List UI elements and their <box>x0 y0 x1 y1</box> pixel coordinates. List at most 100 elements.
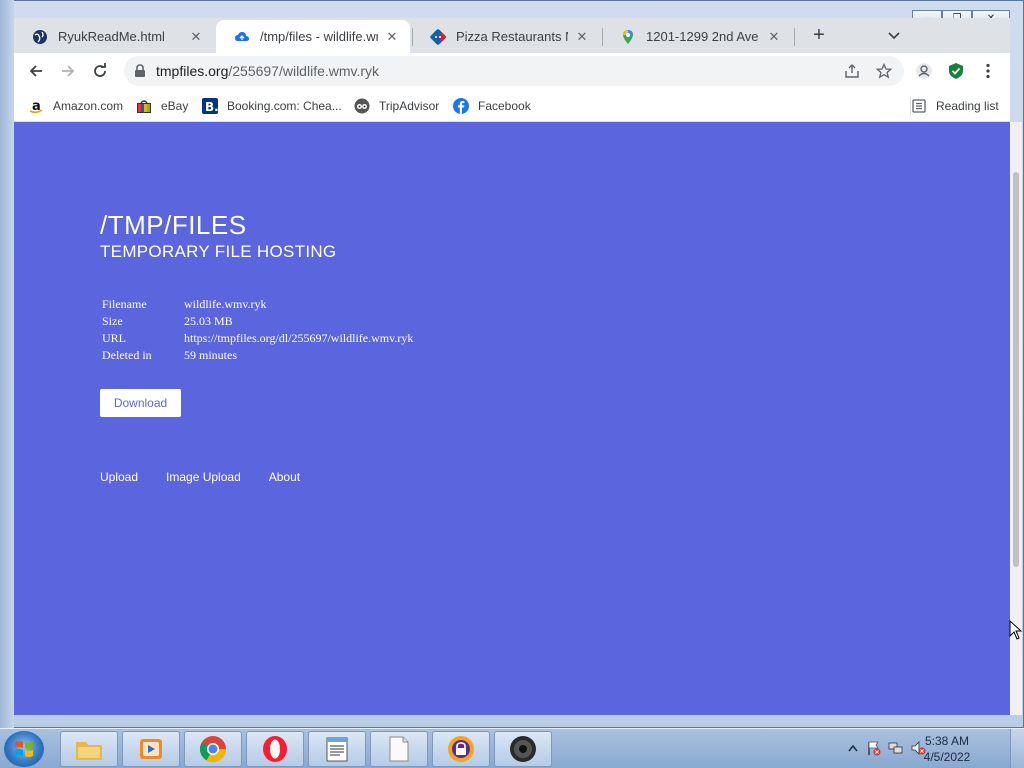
shield-check-icon <box>949 63 963 79</box>
tab-title: RyukReadMe.html <box>58 29 165 44</box>
browser-chrome: RyukReadMe.html ✕ /tmp/files - wildlife.… <box>14 18 1010 122</box>
notepad-icon <box>326 737 348 762</box>
ebay-icon <box>136 98 152 114</box>
windows-explorer-icon <box>76 742 102 760</box>
system-tray: 5:38 AM 4/5/2022 <box>834 729 1024 768</box>
taskbar-clock[interactable]: 5:38 AM 4/5/2022 <box>922 733 972 765</box>
image-upload-link[interactable]: Image Upload <box>166 470 241 484</box>
table-row: URL https://tmpfiles.org/dl/255697/wildl… <box>100 330 415 347</box>
bookmark-ebay[interactable]: eBay <box>136 97 188 115</box>
bookmark-label: Booking.com: Chea... <box>227 99 342 113</box>
profile-icon <box>916 63 932 79</box>
forward-button[interactable] <box>58 61 78 81</box>
info-key: Filename <box>102 297 147 311</box>
tab-pizza[interactable]: Pizza Restaurants Near Me ✕ <box>412 20 600 53</box>
bookmark-label: TripAdvisor <box>379 99 440 113</box>
lock-icon[interactable] <box>134 64 146 78</box>
tab-strip: RyukReadMe.html ✕ /tmp/files - wildlife.… <box>14 18 1010 53</box>
taskbar-chrome[interactable] <box>184 731 242 767</box>
tab-separator <box>794 28 795 46</box>
site-title: /TMP/FILES <box>100 210 247 240</box>
url-text: tmpfiles.org/255697/wildlife.wmv.ryk <box>156 63 379 79</box>
star-bookmark-icon[interactable] <box>876 63 892 79</box>
action-center-flag-icon[interactable] <box>866 740 882 756</box>
blank-document-icon <box>389 736 409 762</box>
table-row: Deleted in 59 minutes <box>100 347 415 364</box>
menu-button[interactable] <box>978 61 998 81</box>
info-value: wildlife.wmv.ryk <box>184 297 267 311</box>
taskbar-opera[interactable] <box>246 731 304 767</box>
start-button[interactable] <box>4 731 44 767</box>
upload-link[interactable]: Upload <box>100 470 138 484</box>
info-key: Deleted in <box>102 348 152 362</box>
tab-google-maps[interactable]: 1201-1299 2nd Ave - Google Maps ✕ <box>602 20 792 53</box>
bookmarks-bar: a Amazon.com eBay B. Booking.com: Chea..… <box>14 90 1010 122</box>
facebook-icon <box>453 98 469 114</box>
cloud-upload-icon <box>235 31 249 41</box>
taskbar-explorer[interactable] <box>60 731 118 767</box>
media-player-icon <box>140 739 162 759</box>
taskbar-notepad[interactable] <box>308 731 366 767</box>
address-bar[interactable]: tmpfiles.org/255697/wildlife.wmv.ryk <box>124 56 904 86</box>
bookmark-amazon[interactable]: a Amazon.com <box>28 97 123 115</box>
url-domain: tmpfiles.org <box>156 63 229 79</box>
taskbar-blank-document[interactable] <box>370 731 428 767</box>
taskbar-avast-browser[interactable] <box>432 731 490 767</box>
browser-toolbar: tmpfiles.org/255697/wildlife.wmv.ryk <box>14 53 1010 90</box>
bookmark-booking[interactable]: B. Booking.com: Chea... <box>202 97 342 115</box>
close-tab-icon[interactable]: ✕ <box>188 29 204 45</box>
close-tab-icon[interactable]: ✕ <box>574 29 590 45</box>
download-button[interactable]: Download <box>100 389 181 417</box>
info-value[interactable]: https://tmpfiles.org/dl/255697/wildlife.… <box>182 330 415 347</box>
tab-tmpfiles[interactable]: /tmp/files - wildlife.wmv.ryk ✕ <box>216 20 410 53</box>
show-desktop-button[interactable] <box>1010 729 1024 768</box>
taskbar-media-player[interactable] <box>122 731 180 767</box>
clock-date: 4/5/2022 <box>923 750 971 764</box>
scrollbar-thumb[interactable] <box>1013 172 1019 567</box>
extension-button[interactable] <box>946 61 966 81</box>
arrow-left-icon <box>29 65 42 77</box>
table-row: Filename wildlife.wmv.ryk <box>100 296 415 313</box>
booking-icon: B. <box>202 98 218 114</box>
info-value: 25.03 MB <box>184 314 233 328</box>
new-tab-button[interactable]: + <box>809 25 829 45</box>
share-icon[interactable] <box>844 63 860 79</box>
info-value: 59 minutes <box>184 348 237 362</box>
window-left-border <box>0 0 14 728</box>
globe-icon <box>33 29 47 44</box>
chrome-icon <box>199 736 227 763</box>
tab-title: /tmp/files - wildlife.wmv.ryk <box>260 29 378 44</box>
taskbar-speaker-app[interactable] <box>494 731 552 767</box>
reload-button[interactable] <box>90 61 110 81</box>
tab-ryuk-readme[interactable]: RyukReadMe.html ✕ <box>14 20 214 53</box>
speaker-app-icon <box>510 736 536 762</box>
mouse-cursor-icon <box>1009 620 1023 640</box>
reading-list-button[interactable]: Reading list <box>910 97 999 115</box>
kebab-menu-icon <box>986 63 990 79</box>
bookmark-tripadvisor[interactable]: TripAdvisor <box>354 97 439 115</box>
back-button[interactable] <box>26 61 46 81</box>
close-tab-icon[interactable]: ✕ <box>766 29 782 45</box>
profile-button[interactable] <box>914 61 934 81</box>
reload-icon <box>94 63 106 77</box>
table-row: Size 25.03 MB <box>100 313 415 330</box>
network-icon[interactable] <box>888 740 904 756</box>
opera-icon <box>263 736 287 762</box>
info-key: Size <box>102 314 123 328</box>
tripadvisor-icon <box>354 98 370 114</box>
reading-list-icon <box>911 98 927 114</box>
dominos-icon <box>430 28 446 45</box>
bookmark-facebook[interactable]: Facebook <box>453 97 531 115</box>
clock-time: 5:38 AM <box>924 734 970 748</box>
amazon-icon: a <box>28 98 44 114</box>
close-tab-icon[interactable]: ✕ <box>384 29 400 45</box>
footer-links: Upload Image Upload About <box>100 470 328 484</box>
info-key: URL <box>102 331 126 345</box>
maps-pin-icon <box>623 29 633 44</box>
show-hidden-icons-icon[interactable] <box>848 744 858 752</box>
bookmark-label: Amazon.com <box>53 99 124 113</box>
tab-search-chevron-icon[interactable] <box>886 27 902 43</box>
file-info-table: Filename wildlife.wmv.ryk Size 25.03 MB … <box>100 296 415 364</box>
about-link[interactable]: About <box>269 470 300 484</box>
reading-list-label: Reading list <box>936 99 999 113</box>
